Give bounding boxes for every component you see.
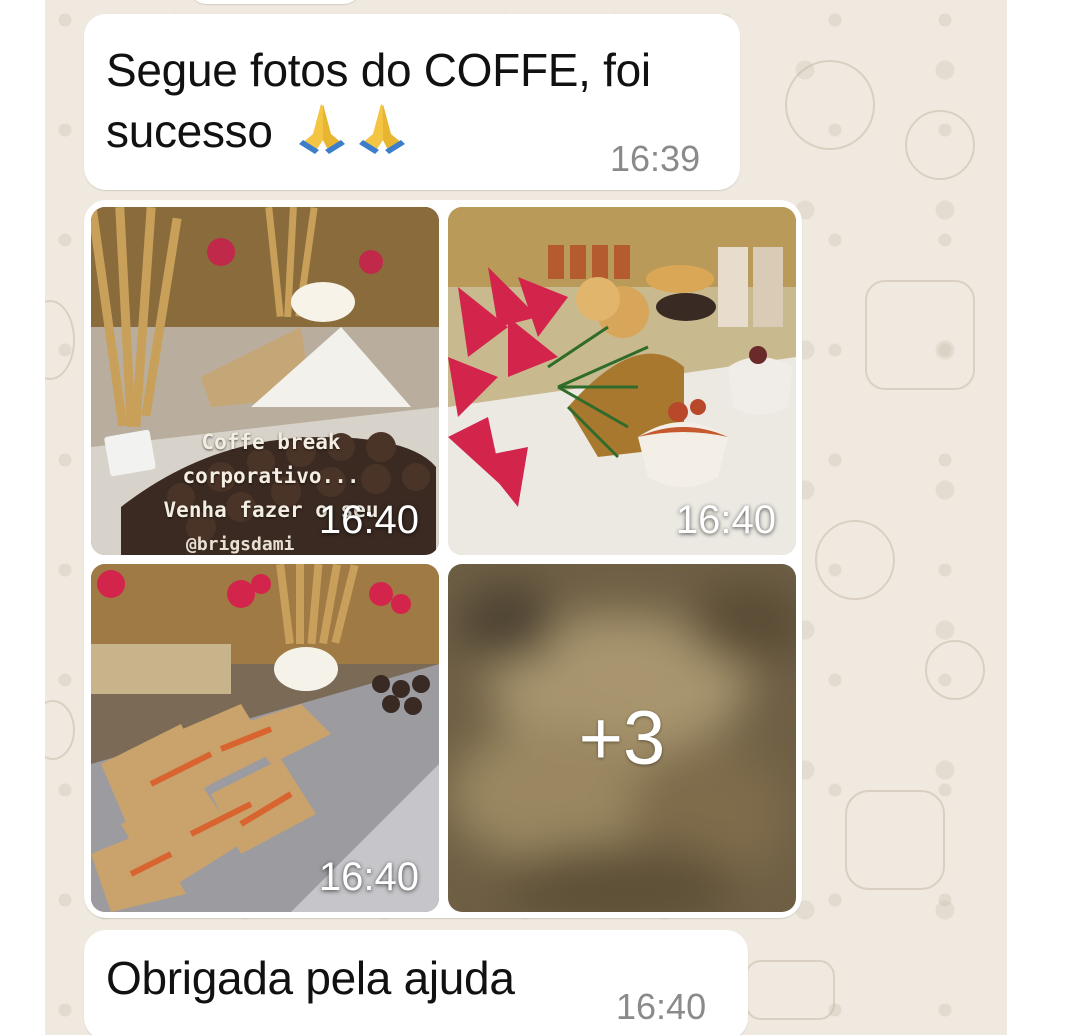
message-bubble-text[interactable]: Segue fotos do COFFE, foi sucesso 16:39 xyxy=(84,14,740,190)
photo-thumbnail-more[interactable]: +3 xyxy=(448,564,796,912)
message-timestamp: 16:39 xyxy=(610,138,701,179)
photo-thumbnail-1[interactable]: Coffe break corporativo... Venha fazer o… xyxy=(91,207,439,555)
photo-3-timestamp: 16:40 xyxy=(318,855,419,899)
previous-message-bubble xyxy=(190,0,360,4)
praying-hands-icon xyxy=(293,100,411,170)
message-timestamp: 16:40 xyxy=(616,986,707,1027)
message-text: Obrigada pela ajuda xyxy=(106,952,515,1004)
photo-1-timestamp: 16:40 xyxy=(318,498,419,542)
photo-album-bubble[interactable]: Coffe break corporativo... Venha fazer o… xyxy=(84,200,802,918)
message-bubble-text[interactable]: Obrigada pela ajuda 16:40 xyxy=(84,930,748,1035)
photo-thumbnail-3[interactable]: 16:40 xyxy=(91,564,439,912)
overlay-line-1: Coffe break xyxy=(201,430,341,454)
message-text: Segue fotos do COFFE, foi sucesso xyxy=(106,40,651,170)
more-photos-count: +3 xyxy=(578,695,666,781)
story-overlay-handle: @brigsdami xyxy=(186,534,295,555)
overlay-line-2: corporativo... xyxy=(182,464,360,488)
photo-2-timestamp: 16:40 xyxy=(675,498,776,542)
message-text-line2: sucesso xyxy=(106,105,273,158)
message-text-line1: Segue fotos do COFFE, foi xyxy=(106,44,651,96)
photo-thumbnail-2[interactable]: 16:40 xyxy=(448,207,796,555)
